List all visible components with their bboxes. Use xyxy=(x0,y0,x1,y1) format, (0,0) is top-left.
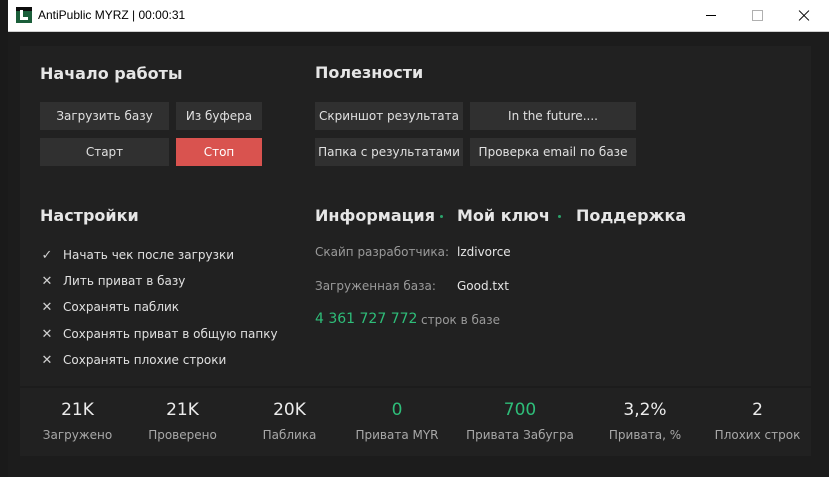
skype-label: Скайп разработчика: xyxy=(315,245,450,259)
option-pour-private[interactable]: ✕ Лить приват в базу xyxy=(40,272,186,290)
start-section-title: Начало работы xyxy=(40,64,183,83)
minimize-button[interactable] xyxy=(688,0,734,31)
option-start-after-load[interactable]: ✓ Начать чек после загрузки xyxy=(40,246,235,264)
option-save-private-common[interactable]: ✕ Сохранять приват в общую папку xyxy=(40,325,278,343)
window-title: AntiPublic MYRZ | 00:00:31 xyxy=(38,8,186,22)
title-bar[interactable]: AntiPublic MYRZ | 00:00:31 xyxy=(8,0,829,32)
stat-label: Плохих строк xyxy=(714,428,801,442)
stat-value: 21K xyxy=(61,400,94,420)
option-label: Лить приват в базу xyxy=(63,274,186,288)
check-icon: ✓ xyxy=(41,247,53,263)
maximize-button[interactable] xyxy=(734,0,780,31)
cross-icon: ✕ xyxy=(41,273,53,289)
cross-icon: ✕ xyxy=(41,299,53,315)
option-label: Сохранять приват в общую папку xyxy=(63,327,278,341)
stat-label: Проверено xyxy=(148,428,217,442)
settings-section-title: Настройки xyxy=(40,206,139,225)
option-label: Сохранять паблик xyxy=(63,300,180,314)
stat-checked: 21K Проверено xyxy=(135,388,230,456)
close-button[interactable] xyxy=(780,0,826,31)
stat-public: 20K Паблика xyxy=(242,388,337,456)
cross-icon: ✕ xyxy=(41,352,53,368)
option-save-bad-lines[interactable]: ✕ Сохранять плохие строки xyxy=(40,351,227,369)
cross-icon: ✕ xyxy=(41,326,53,342)
stat-label: Загружено xyxy=(42,428,113,442)
minimize-icon xyxy=(706,15,716,16)
stat-value: 21K xyxy=(166,400,199,420)
email-check-button[interactable]: Проверка email по базе xyxy=(470,138,636,166)
from-buffer-button[interactable]: Из буфера xyxy=(176,102,262,130)
stat-bad-lines: 2 Плохих строк xyxy=(705,388,810,456)
stats-bar: 21K Загружено 21K Проверено 20K Паблика … xyxy=(20,388,811,456)
utilities-section-title: Полезности xyxy=(315,63,424,82)
background-window-strip xyxy=(0,0,8,477)
maximize-icon xyxy=(751,10,763,21)
option-save-public[interactable]: ✕ Сохранять паблик xyxy=(40,298,180,316)
stat-private-percent: 3,2% Привата, % xyxy=(590,388,700,456)
results-folder-button[interactable]: Папка с результатами xyxy=(315,138,463,166)
tab-info[interactable]: Информация xyxy=(315,206,435,225)
stat-loaded: 21K Загружено xyxy=(30,388,125,456)
rows-count: 4 361 727 772 xyxy=(315,311,418,327)
separator-dot xyxy=(558,215,561,218)
tab-my-key[interactable]: Мой ключ xyxy=(457,206,550,225)
stat-private-myr: 0 Привата MYR xyxy=(342,388,452,456)
stat-label: Привата Забугра xyxy=(466,428,574,442)
tab-support[interactable]: Поддержка xyxy=(576,206,686,225)
load-db-button[interactable]: Загрузить базу xyxy=(40,102,169,130)
option-label: Начать чек после загрузки xyxy=(63,248,235,262)
stat-value: 2 xyxy=(752,400,763,420)
main-panel: Начало работы Загрузить базу Из буфера С… xyxy=(20,46,811,386)
stat-value: 0 xyxy=(391,400,403,420)
stat-private-abroad: 700 Привата Забугра xyxy=(460,388,580,456)
stop-button[interactable]: Стоп xyxy=(176,138,262,166)
app-logo-icon xyxy=(16,7,32,23)
skype-value: lzdivorce xyxy=(457,245,511,259)
future-button[interactable]: In the future.... xyxy=(470,102,636,130)
stat-value: 3,2% xyxy=(623,400,667,420)
rows-label: строк в базе xyxy=(421,313,501,327)
stat-label: Паблика xyxy=(262,428,317,442)
app-window: AntiPublic MYRZ | 00:00:31 Начало работы… xyxy=(8,0,829,477)
stat-value: 20K xyxy=(273,400,306,420)
stat-label: Привата MYR xyxy=(355,428,439,442)
option-label: Сохранять плохие строки xyxy=(63,353,227,367)
db-value: Good.txt xyxy=(457,279,509,293)
stat-value: 700 xyxy=(503,400,537,420)
start-button[interactable]: Старт xyxy=(40,138,169,166)
screenshot-button[interactable]: Скриншот результата xyxy=(315,102,463,130)
stat-label: Привата, % xyxy=(608,428,682,442)
db-label: Загруженная база: xyxy=(315,279,436,293)
separator-dot xyxy=(440,215,443,218)
